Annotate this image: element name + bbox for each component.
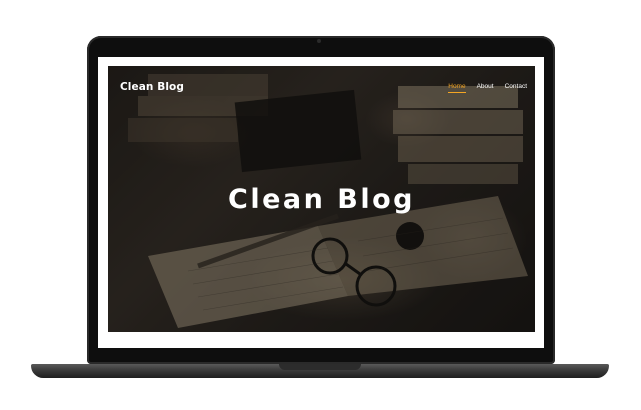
navbar-brand[interactable]: Clean Blog <box>120 81 184 93</box>
hero-header: Clean Blog Home About Contact Clean Blog <box>108 66 535 332</box>
main-nav: Home About Contact <box>448 83 527 93</box>
camera-icon <box>317 39 321 43</box>
nav-item-home[interactable]: Home <box>448 83 466 93</box>
laptop-screen: Clean Blog Home About Contact Clean Blog <box>98 57 544 348</box>
hero-title: Clean Blog <box>228 184 415 215</box>
nav-item-contact[interactable]: Contact <box>505 83 527 93</box>
laptop-mockup: Clean Blog Home About Contact Clean Blog <box>0 0 641 410</box>
laptop-notch <box>279 364 361 370</box>
nav-item-about[interactable]: About <box>477 83 494 93</box>
